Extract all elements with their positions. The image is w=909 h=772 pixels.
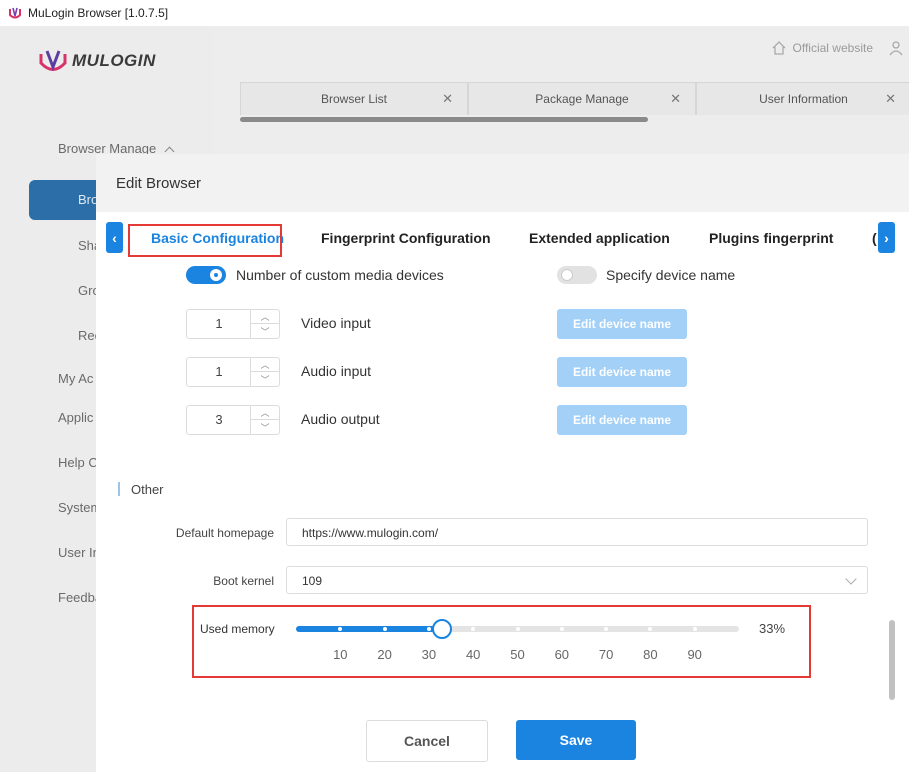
chevron-down-icon[interactable]: ﹀ [251,324,279,338]
sidebar-item-help[interactable]: Help C [58,455,98,470]
slider-tick-label: 30 [421,647,437,662]
chevron-up-icon[interactable]: ︿ [251,358,279,372]
tab-label: Package Manage [535,92,629,106]
user-icon[interactable] [889,40,905,56]
chevron-down-icon[interactable]: ﹀ [251,420,279,434]
slider-tick-label: 50 [510,647,525,662]
homepage-input[interactable]: https://www.mulogin.com/ [286,518,868,546]
logo-text: MULOGIN [72,51,156,70]
custom-media-label: Number of custom media devices [236,267,444,283]
tab-label: Browser List [320,92,388,106]
sidebar-item-application[interactable]: Applic [58,410,93,425]
audio-input-stepper[interactable]: 1 ︿ ﹀ [186,357,280,387]
top-right-links: Official website [771,40,909,56]
official-website-link[interactable]: Official website [793,41,873,55]
slider-tick-dot[interactable] [426,627,431,631]
section-marker [118,482,120,496]
home-icon [772,41,785,55]
edit-audio-input-button[interactable]: Edit device name [557,357,687,387]
window-titlebar: MuLogin Browser [1.0.7.5] [0,0,909,26]
slider-tick-dot[interactable] [382,627,387,631]
edit-audio-output-button[interactable]: Edit device name [557,405,687,435]
video-input-stepper[interactable]: 1 ︿ ﹀ [186,309,280,339]
boot-kernel-select[interactable]: 109 [286,566,868,594]
slider-tick-label: 40 [465,647,481,662]
tab-highlight-box [128,224,282,257]
tabs-next-button[interactable]: › [878,222,895,253]
dialog-title: Edit Browser [116,175,202,192]
memory-highlight-box [192,605,811,678]
tab-next-partial[interactable]: ( [872,230,877,246]
tab-fingerprint-configuration[interactable]: Fingerprint Configuration [321,230,491,246]
slider-tick-dot[interactable] [515,627,520,631]
cancel-button[interactable]: Cancel [366,720,488,762]
sidebar-item-system[interactable]: System [58,500,101,515]
tab-browser-list[interactable]: Browser List ✕ [240,82,468,115]
tab-plugins-fingerprint[interactable]: Plugins fingerprint [709,230,833,246]
slider-tick-label: 70 [598,647,614,662]
chevron-up-icon[interactable]: ︿ [251,406,279,420]
chevron-up-icon[interactable]: ︿ [251,310,279,324]
slider-tick-label: 20 [377,647,392,662]
tab-user-information[interactable]: User Information ✕ [696,82,909,115]
memory-percent: 33% [759,621,786,636]
boot-kernel-value: 109 [302,574,323,588]
sidebar-item-my-account[interactable]: My Ac [58,371,93,386]
specify-device-toggle[interactable] [557,266,597,284]
slider-tick-label: 80 [643,647,658,662]
specify-device-label: Specify device name [606,267,736,283]
toggle-knob [561,269,573,281]
default-homepage-label: Default homepage [175,526,274,540]
chevron-down-icon [845,573,857,585]
memory-slider[interactable] [296,619,739,639]
audio-output-label: Audio output [301,411,380,427]
slider-tick-label: 90 [687,647,702,662]
tab-label: User Information [759,92,848,106]
slider-tick-label: 10 [333,647,348,662]
chevron-down-icon[interactable]: ﹀ [251,372,279,386]
dialog-header: Edit Browser [96,154,909,212]
edit-video-device-button[interactable]: Edit device name [557,309,687,339]
audio-output-stepper[interactable]: 3 ︿ ﹀ [186,405,280,435]
slider-tick-dot[interactable] [471,627,476,631]
tab-package-manage[interactable]: Package Manage ✕ [468,82,696,115]
dialog-scrollbar[interactable] [889,620,895,700]
slider-tick-dot[interactable] [648,627,653,631]
mulogin-logo-icon [39,50,67,72]
close-icon[interactable]: ✕ [885,91,896,107]
used-memory-label: Used memory [200,622,275,636]
main-tabs: Browser List ✕ Package Manage ✕ User Infor… [238,82,909,116]
slider-tick-dot[interactable] [559,627,564,631]
toggle-knob [210,269,222,281]
tab-extended-application[interactable]: Extended application [529,230,670,246]
section-title-other: Other [131,482,164,497]
tabs-prev-button[interactable]: ‹ [106,222,123,253]
audio-input-label: Audio input [301,363,372,379]
custom-media-toggle[interactable] [186,266,226,284]
mulogin-app-icon [9,7,21,19]
window-title: MuLogin Browser [1.0.7.5] [28,6,169,20]
close-icon[interactable]: ✕ [670,91,681,107]
stepper-value[interactable]: 3 [187,406,251,434]
slider-tick-label: 60 [554,647,570,662]
slider-tick-dot[interactable] [692,627,697,631]
stepper-value[interactable]: 1 [187,358,251,386]
tabs-scrollbar[interactable] [240,117,648,122]
video-input-label: Video input [301,315,371,331]
boot-kernel-label: Boot kernel [213,574,274,588]
edit-browser-dialog: Edit Browser ‹ Basic Configuration Finge… [96,154,909,772]
save-button[interactable]: Save [516,720,636,760]
slider-fill [296,626,443,632]
mulogin-logo: MULOGIN [38,48,156,74]
sidebar-item-user-info[interactable]: User In [58,545,100,560]
stepper-value[interactable]: 1 [187,310,251,338]
close-icon[interactable]: ✕ [442,91,453,107]
slider-tick-dot[interactable] [604,627,609,631]
